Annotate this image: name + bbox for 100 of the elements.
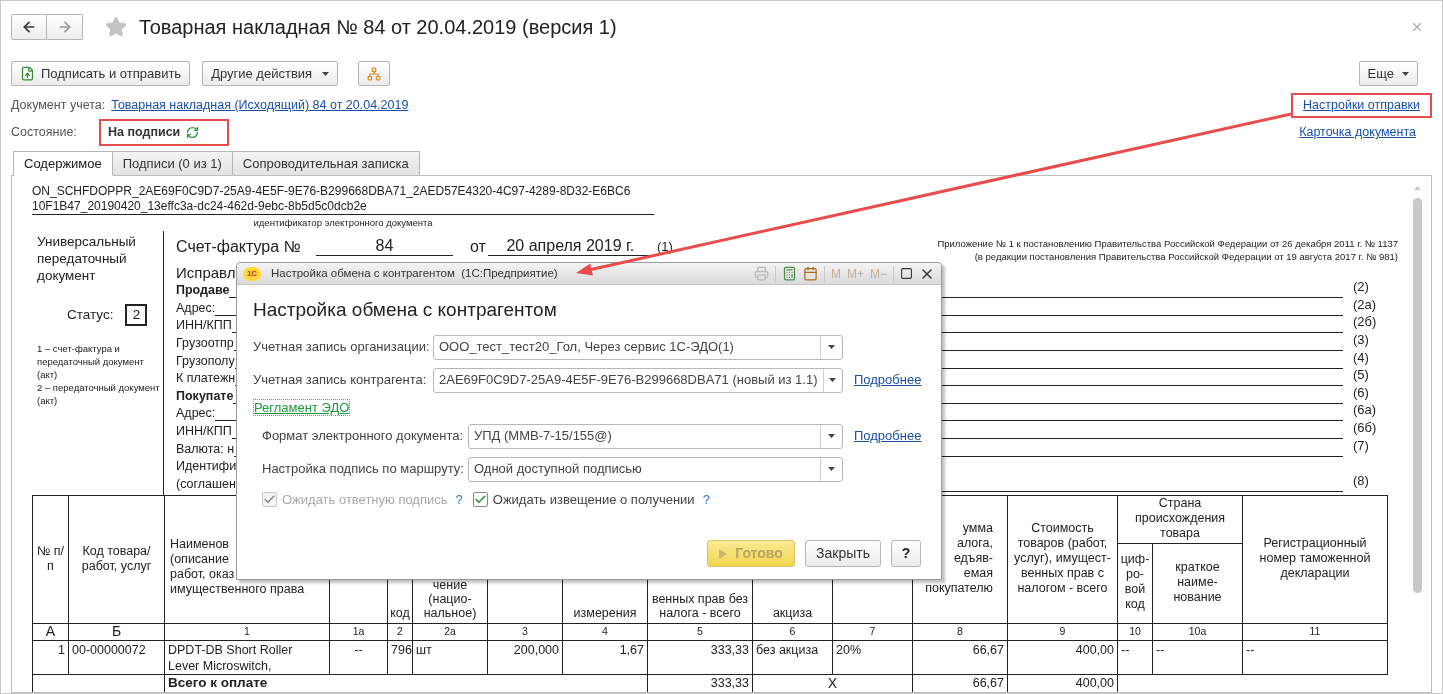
- table-cell-text: 333,33: [709, 641, 750, 658]
- appendix-note: Приложение № 1 к постановлению Правительства Российской Федерации от 26 декабря 2011 г. № 1137: [937, 237, 1398, 250]
- checkbox-label: Ожидать извещение о получении: [492, 490, 695, 509]
- combo-field[interactable]: ООО_тест_тест20_Гол, Через сервис 1С-ЭДО(1): [433, 334, 843, 360]
- document-id: ON_SCHFDOPPR_2AE69F0C9D7-25A9-4E5F-9E76-B299668DBA71_2AED57E4320-4C97-4289-8D32-E6BC6: [32, 184, 632, 199]
- table-cell-text: --: [1120, 641, 1131, 658]
- structure-button[interactable]: [358, 61, 391, 86]
- caret-icon: [1402, 71, 1409, 76]
- table-cell-text: шт: [415, 641, 433, 658]
- invoice-date: 20 апреля 2019 г.: [487, 237, 653, 256]
- window-title: Товарная накладная № 84 от 20.04.2019 (версия 1): [139, 15, 617, 40]
- column-header: акциза: [771, 606, 814, 620]
- regulation-link[interactable]: Регламент ЭДО: [253, 398, 351, 416]
- invoice-label: Счет-фактура №: [176, 238, 302, 256]
- account-label: Документ учета:: [11, 97, 106, 115]
- tab[interactable]: Подписи (0 из 1): [111, 151, 233, 176]
- column-header: венных прав без налога - всего: [650, 592, 750, 620]
- caret-icon: [828, 434, 835, 438]
- account-document-link[interactable]: Товарная накладная (Исходящий) 84 от 20.04.2019: [111, 96, 409, 115]
- column-number: 6: [789, 625, 796, 638]
- state-value: На подписи: [108, 124, 181, 142]
- calendar-icon[interactable]: [802, 266, 818, 281]
- tab[interactable]: Содержимое: [13, 151, 113, 176]
- field-label: (соглашен: [176, 475, 236, 492]
- table-cell-text: 400,00: [1074, 641, 1115, 658]
- field-label: Адрес:: [176, 405, 216, 422]
- sign-and-send-button[interactable]: Подписать и отправить: [11, 61, 191, 86]
- table-cell-text: Всего к оплате: [167, 674, 269, 691]
- field-label: Грузополу: [176, 352, 235, 369]
- line-code: (7): [1353, 437, 1369, 453]
- tab[interactable]: Сопроводительная записка: [231, 151, 420, 176]
- other-actions-button[interactable]: Другие действия: [202, 61, 339, 86]
- column-number: Б: [111, 623, 122, 640]
- column-header: Наименов (описание работ, оказ имущественного права: [169, 537, 306, 597]
- field-label: Идентифи: [176, 458, 237, 475]
- caret-icon: [322, 71, 330, 76]
- line-code: (3): [1353, 331, 1369, 347]
- column-number: 2а: [444, 625, 456, 638]
- column-header: измерения: [572, 606, 638, 620]
- dialog-heading: Настройка обмена с контрагентом: [253, 298, 558, 322]
- checkbox-label: Ожидать ответную подпись: [282, 490, 448, 509]
- document-upload-icon: [20, 66, 35, 81]
- star-icon[interactable]: [105, 16, 127, 38]
- column-header: чение (нацио- нальное): [422, 578, 478, 620]
- scroll-thumb[interactable]: [1412, 198, 1422, 593]
- table-cell-text: X: [826, 674, 839, 691]
- column-group-header: Страна происхождения товара: [1133, 496, 1227, 541]
- back-button[interactable]: [11, 14, 47, 40]
- column-number: 5: [697, 625, 703, 638]
- document-id: 10F1B47_20190420_13effc3a-dc24-462d-9ebc-8b5d5c0dcb2e: [32, 199, 368, 214]
- help-mark[interactable]: ?: [702, 489, 710, 509]
- column-number: 11: [1309, 625, 1321, 638]
- table-cell-text: DPDT-DB Short Roller Lever Microswitch,: [167, 641, 294, 674]
- more-button[interactable]: Еще: [1358, 61, 1418, 86]
- table-cell-text: 00-00000072: [71, 641, 147, 658]
- play-icon: [719, 548, 728, 559]
- caret-icon: [828, 345, 835, 349]
- appendix-note: (в редакции постановления Правительства Российской Федерации от 19 августа 2017 г. № 981): [973, 250, 1398, 263]
- field-label: Настройка подпись по маршруту:: [262, 460, 465, 479]
- calculator-icon[interactable]: [781, 266, 797, 281]
- checkbox[interactable]: [472, 491, 488, 507]
- table-cell-text: 20%: [835, 641, 863, 658]
- table-cell-text: 200,000: [512, 641, 560, 658]
- details-link[interactable]: Подробнее: [854, 426, 922, 446]
- column-number: 2: [397, 625, 403, 638]
- combo-field[interactable]: Одной доступной подписью: [468, 456, 843, 482]
- refresh-icon[interactable]: [186, 126, 200, 139]
- column-number: 1а: [352, 625, 365, 638]
- field-label: Исправл: [176, 264, 236, 281]
- caret-icon: [829, 378, 837, 382]
- maximize-icon[interactable]: [900, 267, 913, 280]
- caret-icon: [828, 467, 835, 471]
- scroll-up-icon[interactable]: [1413, 186, 1421, 190]
- field-label: Формат электронного документа:: [262, 427, 465, 446]
- field-label: К платежн: [176, 370, 236, 387]
- state-label: Состояние:: [11, 124, 78, 142]
- send-settings-link[interactable]: Настройки отправки: [1303, 96, 1420, 115]
- document-type: Универсальный передаточный документ: [37, 233, 137, 284]
- table-cell-text: --: [1245, 641, 1256, 658]
- combo-field[interactable]: УПД (ММВ-7-15/155@): [468, 423, 843, 449]
- column-header: Регистрационный номер таможенной декларации: [1258, 536, 1372, 581]
- field-label: ИНН/КПП: [176, 422, 232, 439]
- print-icon[interactable]: [753, 266, 769, 281]
- document-card-link[interactable]: Карточка документа: [1299, 123, 1416, 142]
- table-cell-text: 796: [390, 641, 412, 658]
- hierarchy-icon: [367, 66, 382, 81]
- field-label: Валюта: н: [176, 440, 235, 457]
- help-button[interactable]: ?: [891, 540, 921, 567]
- table-cell-text: 66,67: [971, 674, 1005, 691]
- line-code: (2б): [1353, 314, 1377, 330]
- column-number: 10: [1129, 625, 1141, 638]
- close-button[interactable]: Закрыть: [805, 540, 881, 567]
- column-header: код: [389, 606, 411, 620]
- status-legend: 1 – счет-фактура и передаточный документ (акт): [37, 342, 161, 381]
- details-link[interactable]: Подробнее: [854, 370, 922, 390]
- combo-field[interactable]: 2AE69F0C9D7-25A9-4E5F-9E76-B299668DBA71 (новый из 1.1): [433, 367, 843, 393]
- field-label: Учетная запись организации:: [253, 338, 431, 357]
- field-label: ИНН/КПП: [176, 317, 232, 334]
- table-cell-text: 66,67: [971, 641, 1005, 658]
- line-code: (6а): [1353, 402, 1377, 418]
